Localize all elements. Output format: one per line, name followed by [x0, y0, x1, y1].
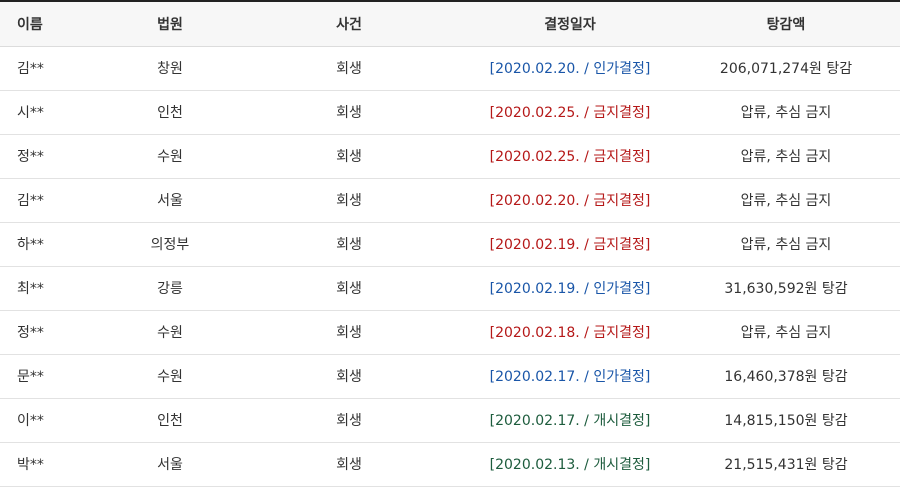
table-row: 하** 의정부 회생 [2020.02.19. / 금지결정] 압류, 추심 금지 — [0, 222, 900, 267]
cell-name: 김** — [0, 46, 110, 91]
cell-case: 회생 — [230, 398, 468, 443]
cell-decision: [2020.02.20. / 금지결정] — [468, 178, 672, 223]
cell-court: 강릉 — [110, 266, 230, 311]
cell-amount: 압류, 추심 금지 — [672, 178, 900, 223]
cell-case: 회생 — [230, 266, 468, 311]
header-date: 결정일자 — [468, 2, 672, 47]
cell-decision: [2020.02.19. / 인가결정] — [468, 266, 672, 311]
cell-case: 회생 — [230, 310, 468, 355]
cell-court: 인천 — [110, 90, 230, 135]
cell-name: 박** — [0, 442, 110, 487]
cell-amount: 206,071,274원 탕감 — [672, 46, 900, 91]
table-header: 이름 법원 사건 결정일자 탕감액 — [0, 2, 900, 47]
table-row: 시** 인천 회생 [2020.02.25. / 금지결정] 압류, 추심 금지 — [0, 90, 900, 135]
header-court: 법원 — [110, 2, 230, 47]
cell-court: 수원 — [110, 310, 230, 355]
cell-decision: [2020.02.17. / 개시결정] — [468, 398, 672, 443]
cell-decision: [2020.02.25. / 금지결정] — [468, 134, 672, 179]
cell-amount: 21,515,431원 탕감 — [672, 442, 900, 487]
cell-decision: [2020.02.13. / 개시결정] — [468, 442, 672, 487]
cell-decision: [2020.02.19. / 금지결정] — [468, 222, 672, 267]
cell-case: 회생 — [230, 442, 468, 487]
cell-court: 서울 — [110, 178, 230, 223]
cell-court: 서울 — [110, 442, 230, 487]
cell-case: 회생 — [230, 222, 468, 267]
cell-amount: 압류, 추심 금지 — [672, 222, 900, 267]
cell-court: 수원 — [110, 134, 230, 179]
cell-case: 회생 — [230, 354, 468, 399]
cell-name: 정** — [0, 134, 110, 179]
cell-decision: [2020.02.17. / 인가결정] — [468, 354, 672, 399]
decision-table: 이름 법원 사건 결정일자 탕감액 김** 창원 회생 [2020.02.20. / … — [0, 2, 900, 487]
cell-name: 하** — [0, 222, 110, 267]
table-row: 김** 서울 회생 [2020.02.20. / 금지결정] 압류, 추심 금지 — [0, 178, 900, 223]
cell-name: 문** — [0, 354, 110, 399]
table-body: 김** 창원 회생 [2020.02.20. / 인가결정] 206,071,274원 … — [0, 46, 900, 487]
cell-case: 회생 — [230, 90, 468, 135]
table-row: 정** 수원 회생 [2020.02.18. / 금지결정] 압류, 추심 금지 — [0, 310, 900, 355]
cell-amount: 압류, 추심 금지 — [672, 90, 900, 135]
header-case: 사건 — [230, 2, 468, 47]
cell-case: 회생 — [230, 134, 468, 179]
cell-case: 회생 — [230, 178, 468, 223]
cell-name: 정** — [0, 310, 110, 355]
cell-amount: 31,630,592원 탕감 — [672, 266, 900, 311]
table-row: 문** 수원 회생 [2020.02.17. / 인가결정] 16,460,378원 탕… — [0, 354, 900, 399]
table-row: 김** 창원 회생 [2020.02.20. / 인가결정] 206,071,274원 … — [0, 46, 900, 91]
header-amount: 탕감액 — [672, 2, 900, 47]
table-row: 최** 강릉 회생 [2020.02.19. / 인가결정] 31,630,592원 탕… — [0, 266, 900, 311]
cell-court: 창원 — [110, 46, 230, 91]
cell-court: 인천 — [110, 398, 230, 443]
cell-amount: 16,460,378원 탕감 — [672, 354, 900, 399]
cell-amount: 압류, 추심 금지 — [672, 310, 900, 355]
cell-name: 이** — [0, 398, 110, 443]
header-name: 이름 — [0, 2, 110, 47]
cell-case: 회생 — [230, 46, 468, 91]
cell-amount: 14,815,150원 탕감 — [672, 398, 900, 443]
header-row: 이름 법원 사건 결정일자 탕감액 — [0, 2, 900, 47]
cell-name: 시** — [0, 90, 110, 135]
cell-name: 김** — [0, 178, 110, 223]
table-row: 박** 서울 회생 [2020.02.13. / 개시결정] 21,515,431원 탕… — [0, 442, 900, 487]
cell-decision: [2020.02.20. / 인가결정] — [468, 46, 672, 91]
cell-amount: 압류, 추심 금지 — [672, 134, 900, 179]
table-row: 정** 수원 회생 [2020.02.25. / 금지결정] 압류, 추심 금지 — [0, 134, 900, 179]
cell-name: 최** — [0, 266, 110, 311]
cell-court: 의정부 — [110, 222, 230, 267]
table-row: 이** 인천 회생 [2020.02.17. / 개시결정] 14,815,150원 탕… — [0, 398, 900, 443]
cell-decision: [2020.02.18. / 금지결정] — [468, 310, 672, 355]
cell-decision: [2020.02.25. / 금지결정] — [468, 90, 672, 135]
cell-court: 수원 — [110, 354, 230, 399]
decision-table-container: 이름 법원 사건 결정일자 탕감액 김** 창원 회생 [2020.02.20. / … — [0, 0, 900, 497]
